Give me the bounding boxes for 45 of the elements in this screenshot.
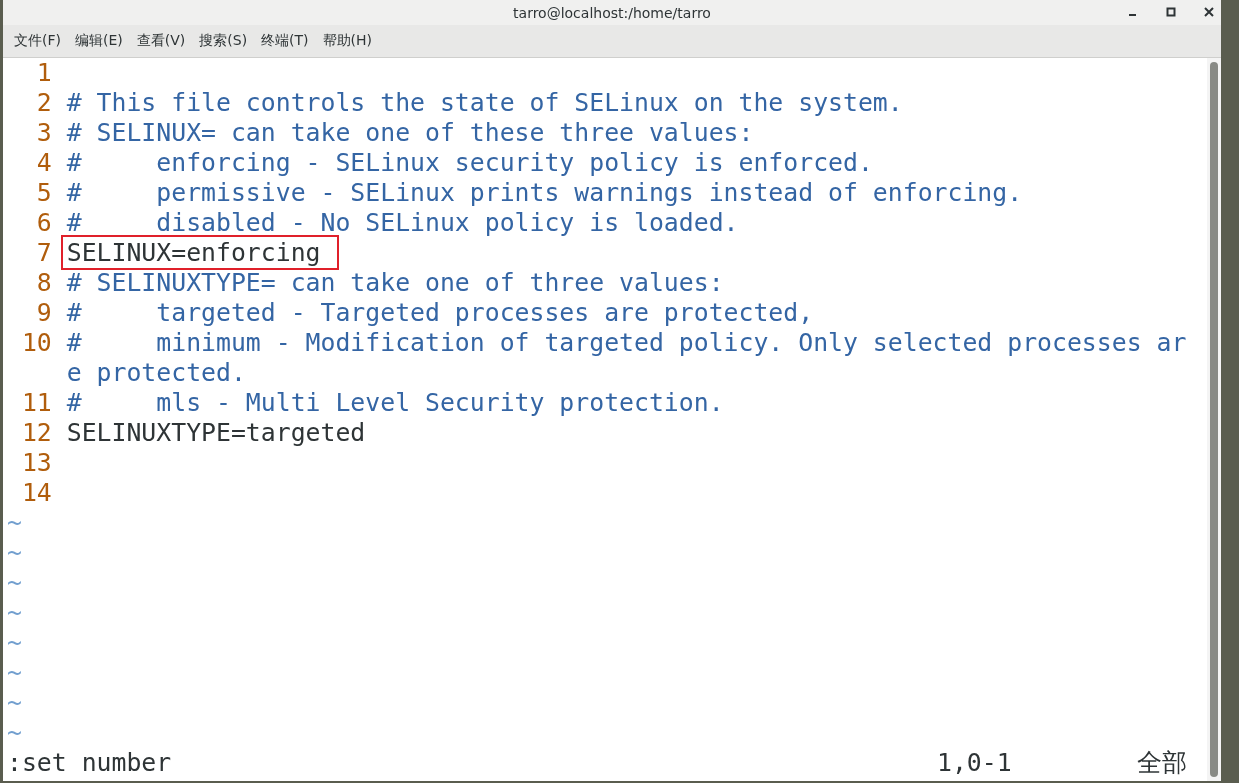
empty-line-marker: ~ [7,568,23,598]
code-line: # permissive - SELinux prints warnings instead of enforcing. [66,178,1023,207]
menu-item[interactable]: 搜索(S) [199,32,248,50]
line-number: 3 [35,118,52,148]
empty-line-marker: ~ [7,628,23,658]
line-number: 9 [35,298,52,328]
line-number: 6 [35,208,52,238]
line-number: 1 [35,58,52,88]
menu-item[interactable]: 文件(F) [14,32,61,50]
code-line: # This file controls the state of SELinux on the system. [66,88,903,117]
line-number: 12 [20,418,52,448]
code-line: SELINUXTYPE=targeted [66,418,366,447]
empty-line-marker: ~ [7,688,23,718]
line-number: 5 [35,178,52,208]
line-number: 8 [35,268,52,298]
empty-line-marker: ~ [7,658,23,688]
line-number: 11 [20,388,52,418]
code-line: # SELINUXTYPE= can take one of three values: [66,268,724,297]
code-line: # minimum - Modification of targeted policy. Only selected processes are protected. [66,328,1187,387]
code-line: # targeted - Targeted processes are protected, [66,298,814,327]
code-line: # enforcing - SELinux security policy is enforced. [66,148,873,177]
scroll-position: 全部 [1137,748,1187,778]
window-title: tarro@localhost:/home/tarro [513,4,711,21]
empty-line-marker: ~ [7,508,23,538]
menu-item[interactable]: 终端(T) [261,32,309,50]
line-number: 13 [20,448,52,478]
maximize-icon[interactable] [1165,6,1177,18]
menu-item[interactable]: 编辑(E) [75,32,123,50]
menu-item[interactable]: 查看(V) [136,32,186,50]
code-line: # disabled - No SELinux policy is loaded. [66,208,739,237]
line-number: 14 [20,478,52,508]
line-number: 10 [20,328,52,359]
line-number: 4 [35,148,52,178]
line-number: 7 [35,238,52,268]
scrollbar[interactable] [1207,58,1221,781]
line-number: 2 [35,88,52,118]
close-icon[interactable] [1203,6,1215,18]
code-line: # SELINUX= can take one of these three values: [66,118,754,147]
command-line: :set number [7,748,173,778]
empty-line-marker: ~ [7,538,23,568]
code-line: # mls - Multi Level Security protection. [66,388,724,417]
menu-item[interactable]: 帮助(H) [322,32,373,50]
empty-line-marker: ~ [7,598,23,628]
empty-line-marker: ~ [7,718,23,748]
cursor-position: 1,0-1 [937,748,1013,778]
